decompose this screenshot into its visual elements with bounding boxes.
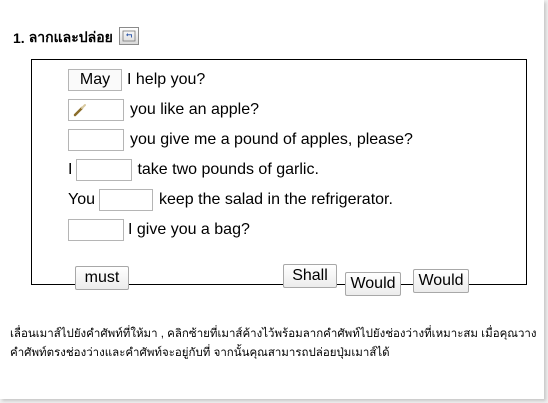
instructions-text: เลื่อนเมาส์ไปยังคำศัพท์ที่ให้มา , คลิกซ้… bbox=[10, 328, 537, 359]
sentence-text: you give me a pound of apples, please? bbox=[130, 131, 413, 148]
drag-drop-area: May I help you? you like an apple? you g… bbox=[31, 59, 527, 296]
blank-slot-1[interactable]: May bbox=[68, 69, 122, 91]
sentence-text: keep the salad in the refrigerator. bbox=[159, 191, 393, 208]
drag-cursor-icon bbox=[73, 104, 86, 117]
sentence-2: you like an apple? bbox=[68, 99, 259, 121]
blank-slot-5[interactable] bbox=[99, 189, 153, 211]
sentence-prefix: You bbox=[68, 191, 95, 208]
exercise-number: 1. bbox=[13, 30, 25, 46]
exercise-panel: 1. ลากและปล่อย May I help you? you like … bbox=[0, 0, 544, 399]
undo-arrow-icon bbox=[122, 30, 136, 42]
sentence-text: I help you? bbox=[127, 71, 206, 88]
word-tile-shall[interactable]: Shall bbox=[283, 264, 337, 288]
sentence-5: You keep the salad in the refrigerator. bbox=[68, 189, 393, 211]
sentence-4: I take two pounds of garlic. bbox=[68, 159, 319, 181]
word-tile-would[interactable]: Would bbox=[345, 272, 401, 296]
sentence-1: May I help you? bbox=[68, 69, 205, 91]
sentence-6: I give you a bag? bbox=[68, 219, 250, 241]
reset-icon[interactable] bbox=[118, 27, 139, 45]
sentence-prefix: I bbox=[68, 161, 73, 178]
blank-slot-3[interactable] bbox=[68, 129, 124, 151]
sentence-text: I give you a bag? bbox=[128, 221, 250, 238]
sentence-text: take two pounds of garlic. bbox=[137, 161, 319, 178]
blank-slot-6[interactable] bbox=[68, 219, 124, 241]
word-tile-must[interactable]: must bbox=[75, 266, 129, 290]
word-tile-would[interactable]: Would bbox=[413, 269, 469, 293]
exercise-title-text: ลากและปล่อย bbox=[28, 29, 113, 45]
sentence-text: you like an apple? bbox=[130, 101, 259, 118]
blank-slot-4[interactable] bbox=[76, 159, 133, 181]
sentence-3: you give me a pound of apples, please? bbox=[68, 129, 413, 151]
blank-slot-2[interactable] bbox=[68, 99, 124, 121]
exercise-title: 1. ลากและปล่อย bbox=[13, 27, 139, 49]
